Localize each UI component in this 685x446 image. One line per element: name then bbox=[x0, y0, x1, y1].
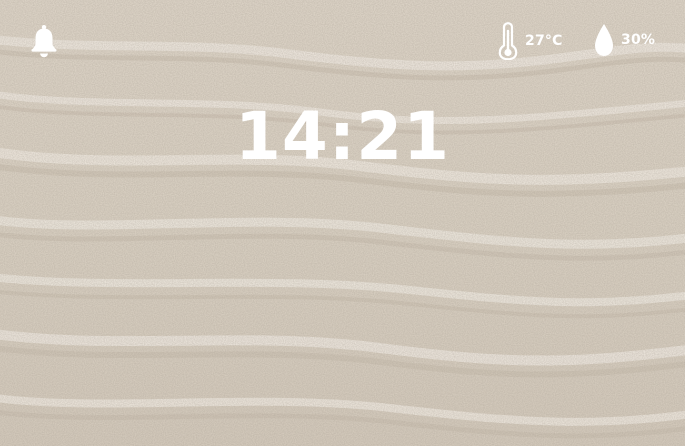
temperature-sensor: 27°C bbox=[497, 22, 563, 60]
humidity-value: 30% bbox=[621, 32, 656, 48]
bell-icon[interactable] bbox=[30, 24, 58, 58]
clock-time: 14:21 bbox=[234, 98, 451, 175]
water-drop-icon bbox=[593, 22, 615, 58]
sand-texture-wallpaper bbox=[0, 0, 685, 446]
temperature-value: 27°C bbox=[525, 33, 563, 49]
thermometer-icon bbox=[497, 22, 519, 60]
humidity-sensor: 30% bbox=[593, 22, 655, 58]
